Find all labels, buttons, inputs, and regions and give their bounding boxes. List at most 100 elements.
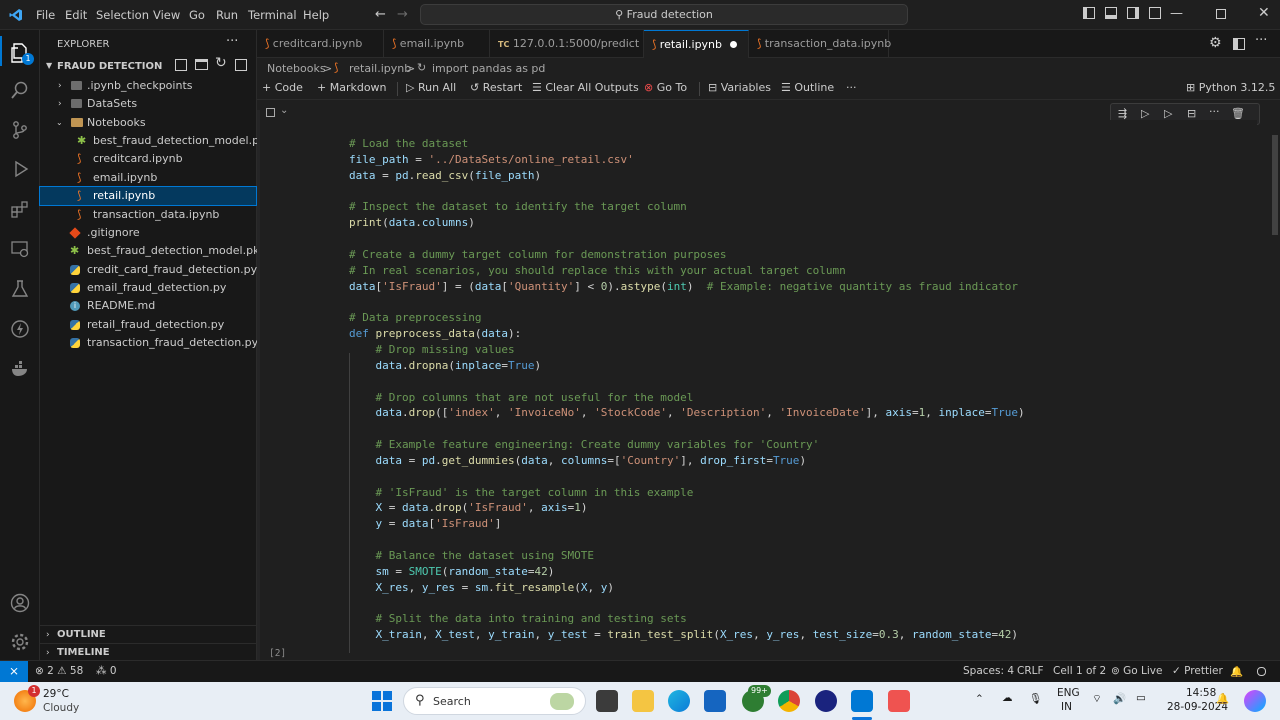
unsaved-dot-icon[interactable]: [730, 41, 737, 48]
tree-file-pkl-root[interactable]: ✱ best_fraud_detection_model.pkl: [40, 242, 263, 260]
execute-above-icon[interactable]: ▷: [1141, 107, 1149, 120]
tab-retail[interactable]: ⟆ retail.ipynb: [644, 30, 749, 58]
tree-file-retail[interactable]: ⟆ retail.ipynb: [39, 186, 257, 206]
cell-position[interactable]: Cell 1 of 2: [1053, 665, 1106, 677]
extensions-icon[interactable]: [8, 197, 32, 221]
task-view-icon[interactable]: [596, 690, 618, 712]
settings-gear-icon[interactable]: ⚙: [1209, 35, 1222, 51]
chrome-icon[interactable]: [778, 690, 800, 712]
split-editor-icon[interactable]: [1233, 38, 1245, 50]
tray-chevron-icon[interactable]: ⌃: [975, 693, 984, 705]
docker-icon[interactable]: [8, 357, 32, 381]
eol-indicator[interactable]: CRLF: [1017, 665, 1044, 677]
menu-selection[interactable]: Selection: [96, 8, 149, 22]
split-cell-icon[interactable]: ⊟: [1187, 107, 1196, 120]
restore-icon[interactable]: [1216, 9, 1226, 19]
toolbar-more-icon[interactable]: ···: [846, 81, 857, 94]
outline-section[interactable]: › OUTLINE: [40, 626, 256, 644]
outline-button[interactable]: ☰ Outline: [781, 81, 834, 94]
scrollbar-thumb[interactable]: [1272, 135, 1278, 235]
input-language[interactable]: ENG: [1057, 687, 1080, 699]
toggle-secondary-sidebar-icon[interactable]: [1127, 7, 1139, 19]
prettier-button[interactable]: ✓ Prettier: [1172, 665, 1223, 677]
battery-icon[interactable]: ▭: [1136, 692, 1146, 704]
vscode-taskbar-icon[interactable]: [851, 690, 873, 712]
command-center[interactable]: ⚲ Fraud detection: [420, 4, 908, 25]
menu-view[interactable]: View: [153, 8, 180, 22]
tree-file-gitignore[interactable]: .gitignore: [40, 224, 256, 242]
toggle-sidebar-icon[interactable]: [1083, 7, 1095, 19]
add-markdown-cell-button[interactable]: + Markdown: [317, 81, 387, 94]
close-window-icon[interactable]: ✕: [1258, 5, 1270, 21]
indentation-indicator[interactable]: Spaces: 4: [963, 665, 1014, 677]
go-to-button[interactable]: ⊗ Go To: [644, 81, 687, 94]
toggle-panel-icon[interactable]: [1105, 7, 1117, 19]
volume-icon[interactable]: 🔊: [1113, 692, 1126, 705]
tree-file-transaction-data[interactable]: ⟆ transaction_data.ipynb: [40, 206, 256, 224]
notifications-bell-icon[interactable]: 🔔: [1230, 665, 1243, 678]
variables-button[interactable]: ⊟ Variables: [708, 81, 771, 94]
minimize-icon[interactable]: —: [1170, 6, 1183, 21]
clock-time[interactable]: 14:58: [1186, 687, 1216, 699]
clear-outputs-button[interactable]: ☰ Clear All Outputs: [532, 81, 639, 94]
source-control-icon[interactable]: [8, 118, 32, 142]
breadcrumb-folder[interactable]: Notebooks: [267, 62, 326, 75]
explorer-more-icon[interactable]: ···: [226, 34, 238, 49]
delete-cell-icon[interactable]: 🗑: [1231, 107, 1245, 120]
tab-email[interactable]: ⟆ email.ipynb: [384, 30, 490, 58]
run-by-line-icon[interactable]: ⇶: [1118, 107, 1127, 120]
add-code-cell-button[interactable]: + Code: [262, 81, 303, 94]
menu-terminal[interactable]: Terminal: [248, 8, 297, 22]
execute-below-icon[interactable]: ▷: [1164, 107, 1172, 120]
tree-file-readme[interactable]: i README.md: [40, 297, 256, 315]
snipping-tool-icon[interactable]: [888, 690, 910, 712]
microphone-icon[interactable]: 🎙: [1029, 692, 1042, 705]
microsoft-store-icon[interactable]: [704, 690, 726, 712]
ports-indicator[interactable]: ⁂ 0: [96, 665, 117, 677]
new-file-icon[interactable]: [175, 59, 187, 71]
customize-layout-icon[interactable]: [1149, 7, 1161, 19]
scrollbar-track[interactable]: [1270, 135, 1280, 660]
taskbar-search[interactable]: ⚲ Search: [403, 687, 586, 715]
menu-edit[interactable]: Edit: [65, 8, 87, 22]
menu-file[interactable]: File: [36, 8, 55, 22]
onedrive-icon[interactable]: ☁: [1002, 692, 1013, 704]
tree-file-credit-card-py[interactable]: credit_card_fraud_detection.py: [40, 261, 257, 279]
code-cell[interactable]: # Load the dataset file_path = '../DataS…: [287, 120, 1257, 655]
tree-file-retail-py[interactable]: retail_fraud_detection.py: [40, 316, 256, 334]
tree-file-pkl[interactable]: ✱ best_fraud_detection_model.pkl: [40, 132, 269, 150]
problems-indicator[interactable]: ⊗ 2 ⚠ 58: [35, 665, 83, 677]
new-folder-icon[interactable]: [195, 59, 208, 70]
back-arrow-icon[interactable]: ←: [375, 7, 386, 22]
kernel-picker[interactable]: ⊞ Python 3.12.5: [1186, 81, 1275, 94]
run-all-button[interactable]: ▷ Run All: [406, 81, 456, 94]
tab-predict[interactable]: TC 127.0.0.1:5000/predict: [490, 30, 644, 58]
tree-folder-datasets[interactable]: › DataSets: [40, 95, 256, 113]
run-debug-icon[interactable]: [8, 157, 32, 181]
restart-button[interactable]: ↺ Restart: [470, 81, 522, 94]
testing-icon[interactable]: [8, 277, 32, 301]
tab-creditcard[interactable]: ⟆ creditcard.ipynb: [257, 30, 384, 58]
notifications-icon[interactable]: 🔔: [1216, 692, 1229, 705]
input-region[interactable]: IN: [1061, 701, 1072, 713]
remote-explorer-icon[interactable]: [8, 237, 32, 261]
cell-select-icon[interactable]: [266, 108, 275, 117]
obs-icon[interactable]: [815, 690, 837, 712]
code-editor[interactable]: # Load the dataset file_path = '../DataS…: [349, 136, 1025, 643]
edge-browser-icon[interactable]: [668, 690, 690, 712]
tree-file-creditcard[interactable]: ⟆ creditcard.ipynb: [40, 150, 256, 168]
breadcrumb-cell[interactable]: import pandas as pd: [432, 62, 545, 75]
menu-help[interactable]: Help: [303, 8, 329, 22]
file-explorer-icon[interactable]: [632, 690, 654, 712]
tree-file-email-py[interactable]: email_fraud_detection.py: [40, 279, 256, 297]
go-live-button[interactable]: ⊚ Go Live: [1111, 665, 1162, 677]
tab-transaction-data[interactable]: ⟆ transaction_data.ipynb: [749, 30, 891, 58]
tree-folder-notebooks[interactable]: ⌄ Notebooks: [40, 114, 256, 132]
copilot-taskbar-icon[interactable]: [1244, 690, 1266, 712]
refresh-icon[interactable]: ↻: [215, 55, 227, 71]
windows-start-icon[interactable]: [372, 691, 392, 711]
cell-more-icon[interactable]: ···: [1209, 105, 1220, 118]
manage-gear-icon[interactable]: [8, 630, 32, 654]
chevron-down-icon[interactable]: ⌄: [280, 105, 288, 116]
copilot-icon[interactable]: [1257, 667, 1266, 676]
